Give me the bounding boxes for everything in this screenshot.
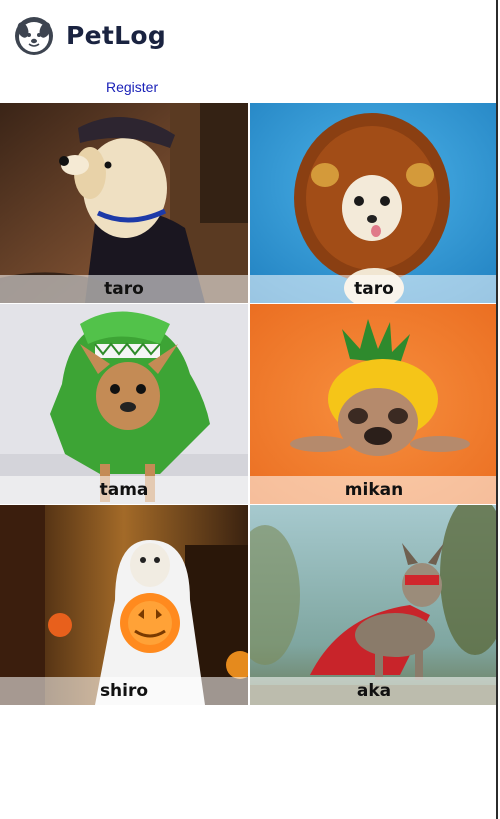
- pet-card[interactable]: shiro: [0, 505, 248, 705]
- pet-grid: taro taro tama mikan shiro aka: [0, 103, 498, 705]
- pet-card[interactable]: tama: [0, 304, 248, 504]
- pet-card[interactable]: taro: [250, 103, 498, 303]
- app-title: PetLog: [66, 21, 167, 50]
- dog-green-costume-photo: [0, 304, 248, 504]
- dog-in-cap-photo: [0, 103, 248, 303]
- pet-name: taro: [250, 275, 498, 303]
- register-link[interactable]: Register: [106, 79, 158, 95]
- dog-red-cape-photo: [250, 505, 498, 705]
- dog-lion-mane-photo: [250, 103, 498, 303]
- pet-card[interactable]: mikan: [250, 304, 498, 504]
- dog-ghost-pumpkin-photo: [0, 505, 248, 705]
- pet-name: aka: [250, 677, 498, 705]
- window-edge: [496, 0, 498, 819]
- pet-name: tama: [0, 476, 248, 504]
- pet-card[interactable]: aka: [250, 505, 498, 705]
- pet-name: shiro: [0, 677, 248, 705]
- app-window: PetLog Register taro taro tama mikan shi…: [0, 0, 498, 819]
- header: PetLog: [0, 0, 498, 72]
- pet-name: mikan: [250, 476, 498, 504]
- pet-name: taro: [0, 275, 248, 303]
- dog-face-icon: [15, 17, 53, 55]
- pet-card[interactable]: taro: [0, 103, 248, 303]
- dog-pineapple-photo: [250, 304, 498, 504]
